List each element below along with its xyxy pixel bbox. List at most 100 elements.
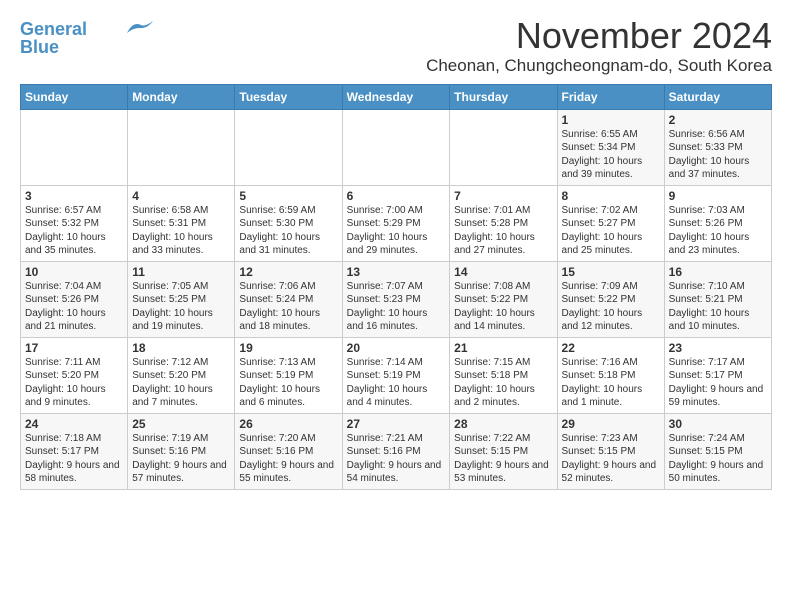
- weekday-header: Saturday: [664, 84, 771, 109]
- day-info: Sunrise: 7:17 AM Sunset: 5:17 PM Dayligh…: [669, 357, 764, 409]
- day-number: 2: [669, 113, 767, 127]
- calendar-cell: 23 Sunrise: 7:17 AM Sunset: 5:17 PM Dayli…: [664, 337, 771, 413]
- calendar-cell: 3 Sunrise: 6:57 AM Sunset: 5:32 PM Daylig…: [21, 185, 128, 261]
- calendar-cell: 13 Sunrise: 7:07 AM Sunset: 5:23 PM Dayli…: [342, 261, 450, 337]
- day-number: 15: [562, 265, 660, 279]
- day-info: Sunrise: 7:14 AM Sunset: 5:19 PM Dayligh…: [347, 357, 428, 409]
- calendar-table: SundayMondayTuesdayWednesdayThursdayFrid…: [20, 84, 772, 490]
- logo: General Blue: [20, 20, 153, 56]
- calendar-cell: 10 Sunrise: 7:04 AM Sunset: 5:26 PM Dayli…: [21, 261, 128, 337]
- day-number: 9: [669, 189, 767, 203]
- page-header: General Blue November 2024 Cheonan, Chun…: [20, 16, 772, 76]
- day-info: Sunrise: 7:07 AM Sunset: 5:23 PM Dayligh…: [347, 281, 428, 333]
- day-info: Sunrise: 7:16 AM Sunset: 5:18 PM Dayligh…: [562, 357, 643, 409]
- calendar-cell: 11 Sunrise: 7:05 AM Sunset: 5:25 PM Dayli…: [128, 261, 235, 337]
- day-info: Sunrise: 7:05 AM Sunset: 5:25 PM Dayligh…: [132, 281, 213, 333]
- calendar-cell: 1 Sunrise: 6:55 AM Sunset: 5:34 PM Daylig…: [557, 109, 664, 185]
- day-info: Sunrise: 7:11 AM Sunset: 5:20 PM Dayligh…: [25, 357, 106, 409]
- logo-bird-icon: [125, 19, 153, 37]
- day-info: Sunrise: 7:06 AM Sunset: 5:24 PM Dayligh…: [239, 281, 320, 333]
- day-info: Sunrise: 7:03 AM Sunset: 5:26 PM Dayligh…: [669, 205, 750, 257]
- calendar-cell: 30Sunrise: 7:24 AM Sunset: 5:15 PM Dayli…: [664, 413, 771, 489]
- day-number: 19: [239, 341, 337, 355]
- weekday-header: Monday: [128, 84, 235, 109]
- day-info: Sunrise: 7:15 AM Sunset: 5:18 PM Dayligh…: [454, 357, 535, 409]
- day-number: 21: [454, 341, 552, 355]
- logo-text-blue: Blue: [20, 38, 59, 56]
- day-info: Sunrise: 6:59 AM Sunset: 5:30 PM Dayligh…: [239, 205, 320, 257]
- day-number: 14: [454, 265, 552, 279]
- calendar-cell: 19 Sunrise: 7:13 AM Sunset: 5:19 PM Dayli…: [235, 337, 342, 413]
- calendar-cell: [21, 109, 128, 185]
- day-info: Sunrise: 7:09 AM Sunset: 5:22 PM Dayligh…: [562, 281, 643, 333]
- day-info: Sunrise: 6:58 AM Sunset: 5:31 PM Dayligh…: [132, 205, 213, 257]
- calendar-cell: [450, 109, 557, 185]
- calendar-cell: 14 Sunrise: 7:08 AM Sunset: 5:22 PM Dayli…: [450, 261, 557, 337]
- day-number: 27: [347, 417, 446, 431]
- day-number: 7: [454, 189, 552, 203]
- day-info: Sunrise: 7:08 AM Sunset: 5:22 PM Dayligh…: [454, 281, 535, 333]
- weekday-header: Thursday: [450, 84, 557, 109]
- calendar-body: 1 Sunrise: 6:55 AM Sunset: 5:34 PM Daylig…: [21, 109, 772, 489]
- day-number: 28: [454, 417, 552, 431]
- day-info: Sunrise: 7:10 AM Sunset: 5:21 PM Dayligh…: [669, 281, 750, 333]
- day-number: 13: [347, 265, 446, 279]
- calendar-cell: [235, 109, 342, 185]
- calendar-cell: 24 Sunrise: 7:18 AM Sunset: 5:17 PM Dayli…: [21, 413, 128, 489]
- calendar-cell: 18 Sunrise: 7:12 AM Sunset: 5:20 PM Dayli…: [128, 337, 235, 413]
- day-info: Sunrise: 7:19 AM Sunset: 5:16 PM Dayligh…: [132, 433, 227, 485]
- day-info: Sunrise: 7:23 AM Sunset: 5:15 PM Dayligh…: [562, 433, 657, 485]
- day-info: Sunrise: 7:18 AM Sunset: 5:17 PM Dayligh…: [25, 433, 120, 485]
- calendar-cell: [128, 109, 235, 185]
- day-number: 11: [132, 265, 230, 279]
- day-info: Sunrise: 6:55 AM Sunset: 5:34 PM Dayligh…: [562, 129, 643, 181]
- day-number: 6: [347, 189, 446, 203]
- day-number: 18: [132, 341, 230, 355]
- day-info: Sunrise: 7:20 AM Sunset: 5:16 PM Dayligh…: [239, 433, 334, 485]
- day-number: 3: [25, 189, 123, 203]
- calendar-cell: 20 Sunrise: 7:14 AM Sunset: 5:19 PM Dayli…: [342, 337, 450, 413]
- calendar-cell: 4 Sunrise: 6:58 AM Sunset: 5:31 PM Daylig…: [128, 185, 235, 261]
- day-number: 20: [347, 341, 446, 355]
- weekday-header: Friday: [557, 84, 664, 109]
- day-number: 10: [25, 265, 123, 279]
- day-number: 4: [132, 189, 230, 203]
- day-number: 12: [239, 265, 337, 279]
- day-number: 5: [239, 189, 337, 203]
- calendar-cell: 29Sunrise: 7:23 AM Sunset: 5:15 PM Dayli…: [557, 413, 664, 489]
- calendar-cell: 7 Sunrise: 7:01 AM Sunset: 5:28 PM Daylig…: [450, 185, 557, 261]
- day-number: 25: [132, 417, 230, 431]
- day-number: 23: [669, 341, 767, 355]
- day-info: Sunrise: 7:22 AM Sunset: 5:15 PM Dayligh…: [454, 433, 549, 485]
- calendar-header: SundayMondayTuesdayWednesdayThursdayFrid…: [21, 84, 772, 109]
- day-info: Sunrise: 7:02 AM Sunset: 5:27 PM Dayligh…: [562, 205, 643, 257]
- calendar-cell: 5 Sunrise: 6:59 AM Sunset: 5:30 PM Daylig…: [235, 185, 342, 261]
- day-info: Sunrise: 6:57 AM Sunset: 5:32 PM Dayligh…: [25, 205, 106, 257]
- day-info: Sunrise: 7:00 AM Sunset: 5:29 PM Dayligh…: [347, 205, 428, 257]
- day-info: Sunrise: 7:21 AM Sunset: 5:16 PM Dayligh…: [347, 433, 442, 485]
- day-number: 8: [562, 189, 660, 203]
- logo-text: General: [20, 20, 87, 38]
- calendar-cell: 8 Sunrise: 7:02 AM Sunset: 5:27 PM Daylig…: [557, 185, 664, 261]
- day-info: Sunrise: 7:04 AM Sunset: 5:26 PM Dayligh…: [25, 281, 106, 333]
- calendar-cell: 22 Sunrise: 7:16 AM Sunset: 5:18 PM Dayli…: [557, 337, 664, 413]
- day-number: 26: [239, 417, 337, 431]
- day-info: Sunrise: 7:12 AM Sunset: 5:20 PM Dayligh…: [132, 357, 213, 409]
- calendar-cell: 27 Sunrise: 7:21 AM Sunset: 5:16 PM Dayli…: [342, 413, 450, 489]
- calendar-cell: 21 Sunrise: 7:15 AM Sunset: 5:18 PM Dayli…: [450, 337, 557, 413]
- title-block: November 2024 Cheonan, Chungcheongnam-do…: [426, 16, 772, 76]
- calendar-cell: 17Sunrise: 7:11 AM Sunset: 5:20 PM Dayli…: [21, 337, 128, 413]
- day-number: 1: [562, 113, 660, 127]
- month-title: November 2024: [426, 16, 772, 56]
- calendar-cell: 12 Sunrise: 7:06 AM Sunset: 5:24 PM Dayli…: [235, 261, 342, 337]
- calendar-cell: 26 Sunrise: 7:20 AM Sunset: 5:16 PM Dayli…: [235, 413, 342, 489]
- day-info: Sunrise: 7:01 AM Sunset: 5:28 PM Dayligh…: [454, 205, 535, 257]
- calendar-cell: 6 Sunrise: 7:00 AM Sunset: 5:29 PM Daylig…: [342, 185, 450, 261]
- day-info: Sunrise: 7:13 AM Sunset: 5:19 PM Dayligh…: [239, 357, 320, 409]
- weekday-header: Sunday: [21, 84, 128, 109]
- day-number: 24: [25, 417, 123, 431]
- day-number: 16: [669, 265, 767, 279]
- weekday-header: Tuesday: [235, 84, 342, 109]
- day-info: Sunrise: 7:24 AM Sunset: 5:15 PM Dayligh…: [669, 433, 764, 485]
- day-number: 22: [562, 341, 660, 355]
